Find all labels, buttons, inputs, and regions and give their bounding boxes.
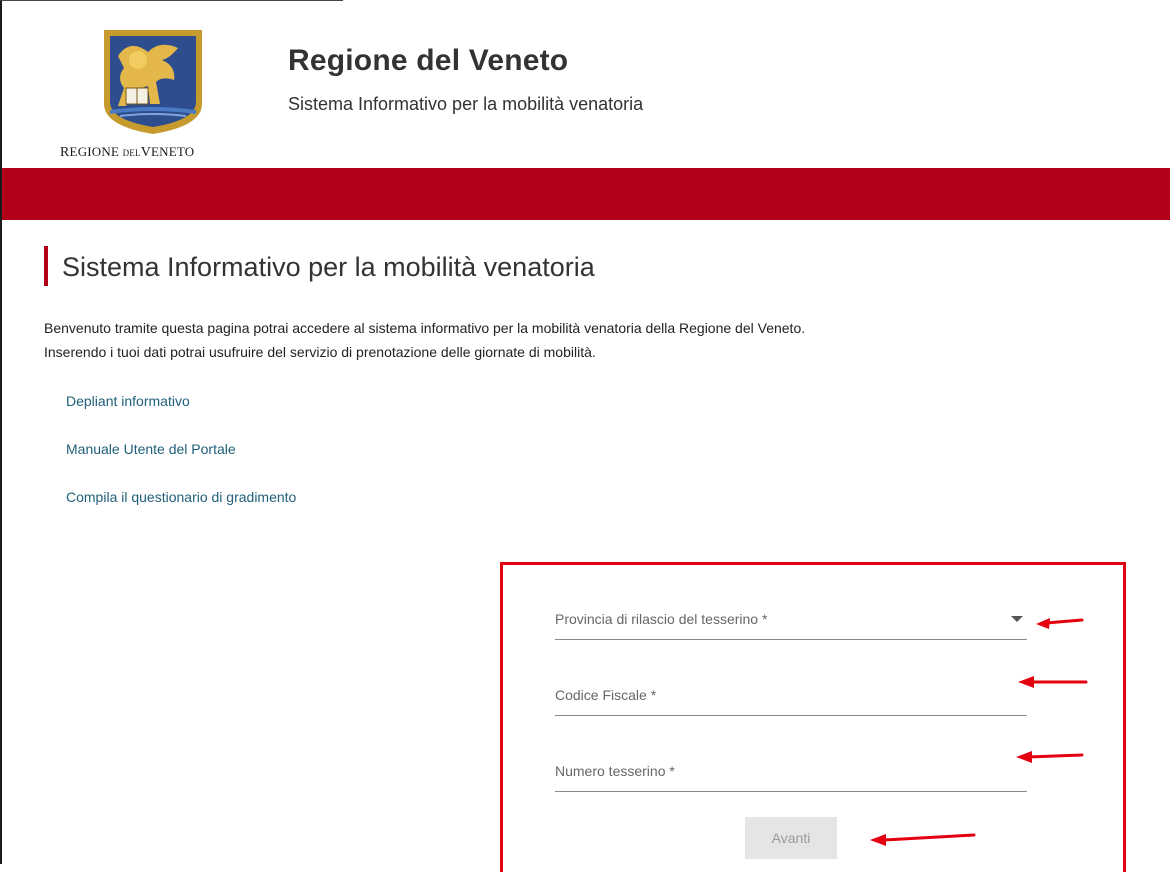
arrow-left-icon: [1018, 676, 1088, 688]
codice-fiscale-input[interactable]: Codice Fiscale *: [555, 687, 1027, 716]
avanti-button[interactable]: Avanti: [745, 817, 837, 859]
regione-logo[interactable]: REGIONE DELVENETO: [60, 24, 260, 174]
intro-line: Inserendo i tuoi dati potrai usufruire d…: [44, 344, 596, 360]
site-title: Regione del Veneto: [288, 44, 569, 77]
numero-tesserino-input[interactable]: Numero tesserino *: [555, 763, 1027, 792]
chevron-down-icon[interactable]: [1011, 616, 1023, 622]
site-subtitle: Sistema Informativo per la mobilità vena…: [288, 94, 644, 114]
arrow-left-icon: [870, 833, 976, 846]
provincia-select[interactable]: Provincia di rilascio del tesserino *: [555, 611, 1027, 640]
lion-of-saint-mark-emblem: [104, 30, 202, 134]
link-manuale-utente[interactable]: Manuale Utente del Portale: [66, 441, 236, 457]
intro-text: Benvenuto tramite questa pagina potrai a…: [44, 316, 1144, 364]
logo-caption-regione: EGIONE: [69, 144, 120, 159]
header-band: [2, 168, 1170, 220]
logo-caption-v: V: [140, 145, 151, 160]
logo-caption-r: R: [60, 145, 70, 160]
logo-caption-del: DEL: [122, 148, 141, 158]
window-border-top: [0, 0, 343, 1]
logo-caption: REGIONE DELVENETO: [60, 144, 260, 161]
page-title-accent: [44, 246, 48, 286]
intro-line: Benvenuto tramite questa pagina potrai a…: [44, 320, 806, 336]
link-questionario-gradimento[interactable]: Compila il questionario di gradimento: [66, 489, 296, 505]
window-border-left: [0, 0, 2, 864]
logo-caption-veneto: ENETO: [151, 144, 195, 159]
link-depliant-informativo[interactable]: Depliant informativo: [66, 393, 190, 409]
provincia-label: Provincia di rilascio del tesserino *: [555, 611, 768, 627]
arrow-left-icon: [1016, 751, 1084, 763]
numero-tesserino-label: Numero tesserino *: [555, 763, 675, 779]
page-title: Sistema Informativo per la mobilità vena…: [62, 252, 595, 282]
arrow-left-icon: [1036, 618, 1084, 629]
codice-fiscale-label: Codice Fiscale *: [555, 687, 657, 703]
